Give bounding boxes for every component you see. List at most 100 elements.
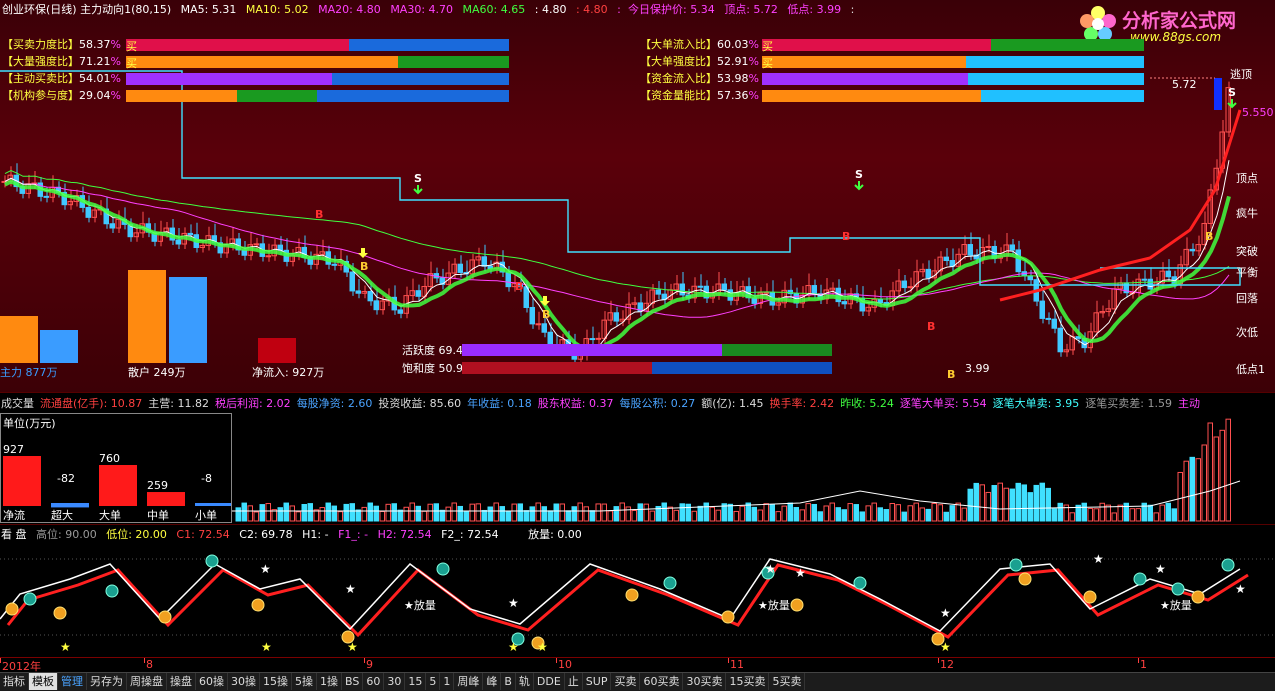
volume-bar [589, 510, 595, 522]
tab-24[interactable]: 买卖 [611, 673, 641, 690]
osc-star-icon: ★ [940, 606, 951, 620]
fundamental-item-1: 流通盘(亿手): 10.87 [40, 397, 143, 410]
osc-low-coin-icon [1191, 590, 1205, 604]
tab-6[interactable]: 60操 [196, 673, 228, 690]
tab-3[interactable]: 另存为 [87, 673, 127, 690]
buy-marker: B [927, 320, 935, 333]
tab-18[interactable]: 峰 [483, 673, 502, 690]
tab-27[interactable]: 15买卖 [726, 673, 770, 690]
tab-12[interactable]: 60 [363, 673, 385, 690]
osc-low-coin-icon [721, 610, 735, 624]
time-axis-label-4: 11 [730, 658, 744, 671]
fundamental-item-5: 投资收益: 85.60 [378, 397, 462, 410]
tab-14[interactable]: 15 [405, 673, 427, 690]
osc-yellow-star-icon: ★ [537, 640, 548, 654]
tab-9[interactable]: 5操 [292, 673, 317, 690]
volume-bar [751, 506, 757, 522]
oscillator-chart-svg: ★ ★ ★ ★ ★ ★ ★ ★ ★ ★ ★ ★ ★ ★ ★ ★放量 ★放量 ★放量 [0, 552, 1275, 654]
tab-23[interactable]: SUP [583, 673, 612, 690]
sell-marker: S [1228, 86, 1236, 99]
price-candle [529, 306, 535, 325]
volume-bar [973, 482, 979, 522]
volume-bar [1219, 429, 1225, 522]
tab-4[interactable]: 周操盘 [127, 673, 167, 690]
order-size-bar [51, 503, 89, 508]
price-candle [475, 256, 481, 261]
price-candle [469, 259, 475, 275]
tab-17[interactable]: 周峰 [454, 673, 484, 690]
tab-2[interactable]: 管理 [58, 673, 87, 690]
tab-0[interactable]: 指标 [0, 673, 29, 690]
volume-bar [883, 509, 889, 522]
volume-bar [1183, 460, 1189, 522]
fundamental-item-11: 昨收: 5.24 [840, 397, 894, 410]
volume-bar [277, 507, 283, 522]
tab-13[interactable]: 30 [384, 673, 406, 690]
volume-bar [601, 503, 607, 522]
price-candle [655, 289, 661, 295]
price-candle [85, 206, 91, 218]
volume-bar [373, 505, 379, 522]
oscillator-pane[interactable]: 看 盘 高位: 90.00 低位: 20.00 C1: 72.54 C2: 69… [0, 524, 1275, 658]
tab-7[interactable]: 30操 [228, 673, 260, 690]
volume-bar [517, 503, 523, 522]
price-chart-pane[interactable]: 创业环保(日线) 主力动向1(80,15) MA5: 5.31 MA10: 5.… [0, 0, 1275, 392]
fundamental-item-15: 主动 [1178, 397, 1200, 410]
tab-15[interactable]: 5 [426, 673, 441, 690]
osc-low-coin-icon [1018, 572, 1032, 586]
price-candle [1195, 244, 1201, 252]
tab-22[interactable]: 止 [565, 673, 583, 690]
osc-low-coin-icon [251, 598, 265, 612]
tab-21[interactable]: DDE [534, 673, 565, 690]
tab-1[interactable]: 模板 [29, 673, 58, 690]
volume-bar [385, 503, 391, 522]
tab-28[interactable]: 5买卖 [769, 673, 806, 690]
fundamental-item-0: 成交量 [1, 397, 34, 410]
volume-bar [445, 506, 451, 522]
order-size-value: 760 [99, 452, 120, 465]
tab-19[interactable]: B [501, 673, 516, 690]
tab-26[interactable]: 30买卖 [683, 673, 727, 690]
volume-bar [511, 503, 517, 522]
volume-bar [1003, 487, 1009, 522]
volume-bar [859, 511, 865, 522]
tab-8[interactable]: 15操 [260, 673, 292, 690]
order-size-bar [99, 465, 137, 506]
osc-high-check-icon [1221, 558, 1235, 572]
price-candle [451, 263, 457, 274]
volume-bar [799, 509, 805, 522]
price-candle [649, 289, 655, 304]
time-axis-tick [938, 658, 939, 663]
volume-bar [433, 503, 439, 522]
volume-bar [1201, 444, 1207, 522]
volume-pane[interactable]: 单位(万元) 927 净流 -82 超大 760 大单 259 中单 -8 小单 [0, 411, 1275, 524]
osc-low-coin-icon [158, 610, 172, 624]
osc-low-coin-icon [53, 606, 67, 620]
time-axis-tick [364, 658, 365, 663]
volume-bar [259, 504, 265, 522]
tab-25[interactable]: 60买卖 [640, 673, 684, 690]
volume-bar [499, 506, 505, 522]
label-top: 顶点 [1236, 172, 1258, 185]
tab-20[interactable]: 轨 [516, 673, 534, 690]
price-candle [925, 268, 931, 279]
price-candle [1027, 275, 1033, 281]
volume-bar [1081, 502, 1087, 522]
price-candle [199, 244, 205, 248]
volume-bar [439, 509, 445, 522]
tab-11[interactable]: BS [342, 673, 364, 690]
label-escape-top: 逃顶 [1230, 68, 1252, 81]
tab-10[interactable]: 1操 [317, 673, 342, 690]
order-size-box: 单位(万元) 927 净流 -82 超大 760 大单 259 中单 -8 小单 [0, 413, 232, 523]
price-candle [361, 290, 367, 294]
price-candle [595, 337, 601, 340]
volume-bar [907, 505, 913, 522]
tab-5[interactable]: 操盘 [167, 673, 196, 690]
tab-16[interactable]: 1 [440, 673, 455, 690]
price-candle [523, 286, 529, 308]
price-candle [613, 312, 619, 322]
volume-bar [1015, 482, 1021, 522]
label-balance: 平衡 [1236, 266, 1258, 279]
volume-bar [247, 505, 253, 522]
osc-volume-label: ★放量 [1160, 598, 1192, 612]
